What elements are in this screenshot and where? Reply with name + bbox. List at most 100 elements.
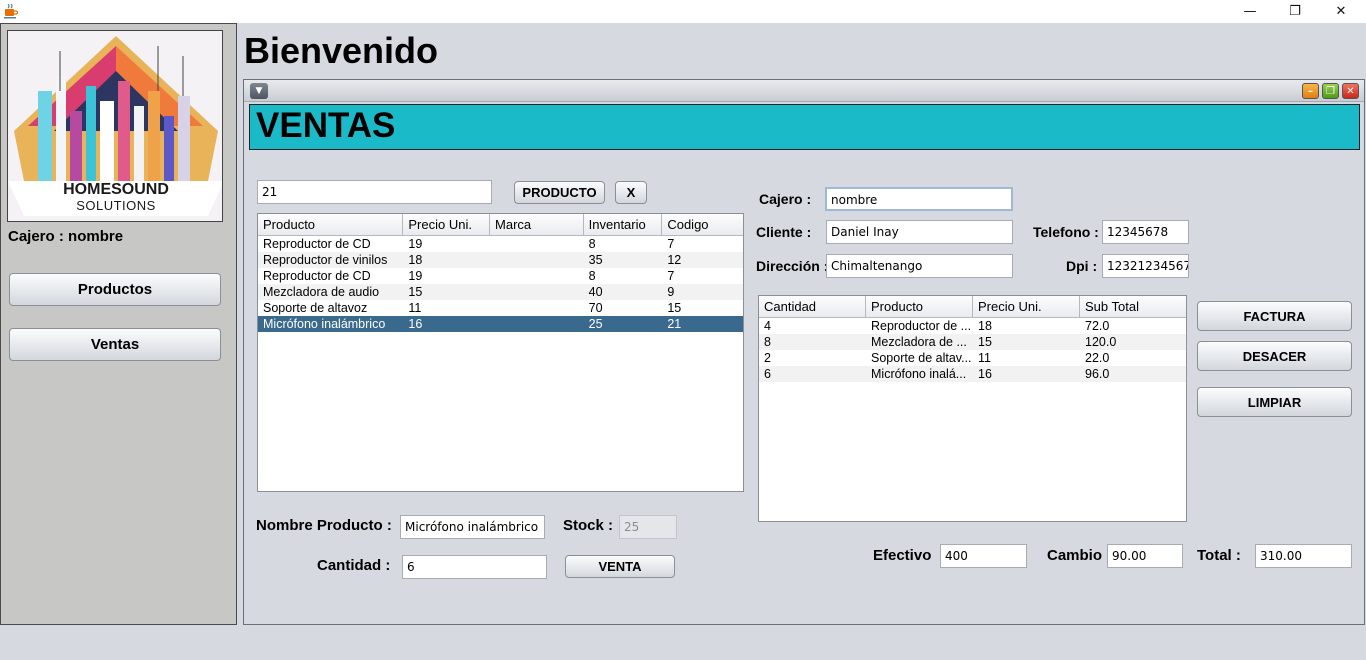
cliente-field[interactable]: Daniel Inay bbox=[826, 220, 1013, 244]
column-header[interactable]: Codigo bbox=[662, 214, 743, 235]
sidebar-cashier-label: Cajero : bbox=[8, 228, 64, 245]
frame-maximize-icon[interactable]: ❐ bbox=[1322, 83, 1339, 99]
dpi-field[interactable]: 12321234567 bbox=[1102, 254, 1189, 278]
java-cup-icon bbox=[3, 3, 19, 19]
clear-search-button[interactable]: X bbox=[615, 181, 647, 204]
cell: 72.0 bbox=[1085, 319, 1110, 333]
table-row[interactable]: Mezcladora de audio 15 40 9 bbox=[258, 284, 743, 300]
products-table: Producto Precio Uni. Marca Inventario Co… bbox=[257, 213, 744, 492]
product-search-input[interactable]: 21 bbox=[257, 180, 492, 204]
telefono-field[interactable]: 12345678 bbox=[1102, 220, 1189, 244]
cell: 15 bbox=[978, 335, 992, 349]
cell: 40 bbox=[588, 285, 603, 299]
cell: 2 bbox=[764, 351, 771, 365]
cell: 15 bbox=[667, 301, 682, 315]
logo-line1: HOMESOUND bbox=[63, 181, 169, 198]
homesound-logo: HOMESOUND SOLUTIONS bbox=[7, 30, 223, 222]
cell: 7 bbox=[667, 237, 675, 251]
cell: 7 bbox=[667, 269, 675, 283]
cell: Reproductor de CD bbox=[263, 237, 371, 251]
column-header[interactable]: Sub Total bbox=[1080, 296, 1186, 317]
cell: Soporte de altav... bbox=[871, 351, 972, 365]
cell: Mezcladora de ... bbox=[871, 335, 967, 349]
frame-close-icon[interactable]: ✕ bbox=[1342, 83, 1359, 99]
direccion-field[interactable]: Chimaltenango bbox=[826, 254, 1013, 278]
cell: 8 bbox=[588, 269, 596, 283]
cambio-field[interactable]: 90.00 bbox=[1107, 544, 1183, 568]
desacer-button[interactable]: DESACER bbox=[1197, 341, 1352, 371]
cell: Mezcladora de audio bbox=[263, 285, 380, 299]
products-table-header: Producto Precio Uni. Marca Inventario Co… bbox=[258, 214, 743, 236]
table-row-selected[interactable]: Micrófono inalámbrico 16 25 21 bbox=[258, 316, 743, 332]
cell: 19 bbox=[408, 269, 423, 283]
nombre-producto-field[interactable]: Micrófono inalámbrico bbox=[400, 515, 545, 539]
cell: 21 bbox=[667, 317, 682, 331]
cell: 18 bbox=[978, 319, 992, 333]
cell bbox=[490, 284, 584, 300]
close-icon[interactable]: ✕ bbox=[1318, 0, 1364, 23]
cell bbox=[490, 268, 584, 284]
table-row[interactable]: Reproductor de vinilos 18 35 12 bbox=[258, 252, 743, 268]
table-row[interactable]: Reproductor de CD 19 8 7 bbox=[258, 236, 743, 252]
cell: 22.0 bbox=[1085, 351, 1110, 365]
table-row[interactable]: 8 Mezcladora de ... 15 120.0 bbox=[759, 334, 1186, 350]
producto-button[interactable]: PRODUCTO bbox=[514, 181, 605, 204]
cell: 4 bbox=[764, 319, 771, 333]
table-row[interactable]: Reproductor de CD 19 8 7 bbox=[258, 268, 743, 284]
table-row[interactable]: 6 Micrófono inalá... 16 96.0 bbox=[759, 366, 1186, 382]
efectivo-label: Efectivo bbox=[873, 547, 932, 564]
table-row[interactable]: 4 Reproductor de ... 18 72.0 bbox=[759, 318, 1186, 334]
direccion-label: Dirección : bbox=[756, 258, 829, 274]
efectivo-field[interactable]: 400 bbox=[940, 544, 1027, 568]
cell: 9 bbox=[667, 285, 675, 299]
cell bbox=[490, 236, 584, 252]
column-header[interactable]: Cantidad bbox=[759, 296, 866, 317]
frame-menu-icon[interactable]: ▼ bbox=[250, 83, 268, 99]
cell bbox=[490, 300, 584, 316]
venta-button[interactable]: VENTA bbox=[565, 555, 675, 578]
cell: 25 bbox=[588, 317, 603, 331]
limpiar-button[interactable]: LIMPIAR bbox=[1197, 387, 1352, 417]
column-header[interactable]: Precio Uni. bbox=[973, 296, 1080, 317]
cell: Reproductor de ... bbox=[871, 319, 972, 333]
nombre-producto-label: Nombre Producto : bbox=[256, 517, 392, 534]
column-header[interactable]: Producto bbox=[866, 296, 973, 317]
cajero-field[interactable]: nombre bbox=[825, 187, 1013, 211]
page-title: Bienvenido bbox=[244, 30, 439, 71]
cell: 18 bbox=[408, 253, 423, 267]
column-header[interactable]: Marca bbox=[490, 214, 584, 235]
productos-button[interactable]: Productos bbox=[9, 273, 221, 306]
ventas-title: VENTAS bbox=[256, 106, 396, 145]
restore-icon[interactable]: ❐ bbox=[1272, 0, 1318, 23]
cell bbox=[490, 316, 584, 332]
cantidad-field[interactable]: 6 bbox=[402, 555, 547, 579]
internal-frame-titlebar[interactable] bbox=[244, 80, 1364, 102]
sidebar-cashier-name: nombre bbox=[68, 228, 124, 245]
cell: 6 bbox=[764, 367, 771, 381]
cell: 19 bbox=[408, 237, 423, 251]
cell: 70 bbox=[588, 301, 603, 315]
cart-table-header: Cantidad Producto Precio Uni. Sub Total bbox=[759, 296, 1186, 318]
cliente-label: Cliente : bbox=[756, 224, 812, 240]
table-row[interactable]: 2 Soporte de altav... 11 22.0 bbox=[759, 350, 1186, 366]
minimize-icon[interactable]: — bbox=[1227, 0, 1273, 23]
cell bbox=[490, 252, 584, 268]
total-field[interactable]: 310.00 bbox=[1255, 544, 1352, 568]
cell: 11 bbox=[978, 351, 991, 365]
cell: 15 bbox=[408, 285, 423, 299]
column-header[interactable]: Producto bbox=[258, 214, 404, 235]
factura-button[interactable]: FACTURA bbox=[1197, 301, 1352, 331]
cell: 16 bbox=[978, 367, 992, 381]
sidebar-cashier: Cajero : nombre bbox=[8, 228, 123, 245]
column-header[interactable]: Inventario bbox=[584, 214, 663, 235]
column-header[interactable]: Precio Uni. bbox=[403, 214, 491, 235]
cart-table: Cantidad Producto Precio Uni. Sub Total … bbox=[758, 295, 1187, 522]
cell: 16 bbox=[408, 317, 423, 331]
window-titlebar bbox=[0, 0, 1366, 23]
cell: 11 bbox=[408, 301, 422, 315]
frame-minimize-icon[interactable]: – bbox=[1302, 83, 1319, 99]
cell: 8 bbox=[588, 237, 596, 251]
cantidad-label: Cantidad : bbox=[317, 557, 391, 574]
ventas-button[interactable]: Ventas bbox=[9, 328, 221, 361]
table-row[interactable]: Soporte de altavoz 11 70 15 bbox=[258, 300, 743, 316]
